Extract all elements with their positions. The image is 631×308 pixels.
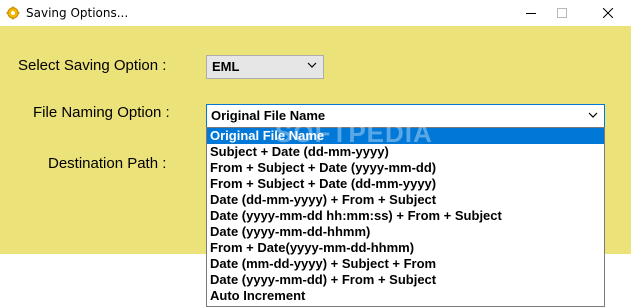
dropdown-option[interactable]: From + Subject + Date (yyyy-mm-dd) [207, 160, 604, 176]
dropdown-option[interactable]: Original File Name [207, 128, 604, 144]
chevron-down-icon [588, 112, 598, 118]
chevron-down-icon [307, 62, 317, 68]
dropdown-option[interactable]: From + Date(yyyy-mm-dd-hhmm) [207, 240, 604, 256]
dropdown-option[interactable]: Auto Increment [207, 288, 604, 304]
file-naming-label: File Naming Option : [33, 104, 170, 121]
dropdown-option[interactable]: Date (dd-mm-yyyy) + From + Subject [207, 192, 604, 208]
close-button[interactable] [588, 0, 628, 26]
dropdown-option[interactable]: From + Subject + Date (dd-mm-yyyy) [207, 176, 604, 192]
title-bar[interactable]: Saving Options... [0, 0, 631, 26]
file-naming-value: Original File Name [211, 108, 326, 123]
saving-option-value: EML [212, 59, 240, 74]
file-naming-select[interactable]: Original File Name [206, 104, 605, 128]
dropdown-option[interactable]: Date (yyyy-mm-dd-hhmm) [207, 224, 604, 240]
maximize-button[interactable] [542, 0, 582, 26]
destination-path-label: Destination Path : [48, 155, 167, 172]
maximize-icon [557, 8, 567, 18]
dropdown-option[interactable]: Date (yyyy-mm-dd hh:mm:ss) + From + Subj… [207, 208, 604, 224]
gear-icon [6, 6, 20, 20]
saving-option-select[interactable]: EML [206, 55, 324, 79]
saving-option-label: Select Saving Option : [18, 57, 167, 74]
file-naming-dropdown-list[interactable]: Original File Name Subject + Date (dd-mm… [206, 127, 605, 307]
dropdown-option[interactable]: Date (mm-dd-yyyy) + Subject + From [207, 256, 604, 272]
minimize-icon [526, 13, 536, 14]
window-title: Saving Options... [26, 6, 129, 20]
close-icon [603, 8, 613, 18]
dropdown-option[interactable]: Subject + Date (dd-mm-yyyy) [207, 144, 604, 160]
dropdown-option[interactable]: Date (yyyy-mm-dd) + From + Subject [207, 272, 604, 288]
